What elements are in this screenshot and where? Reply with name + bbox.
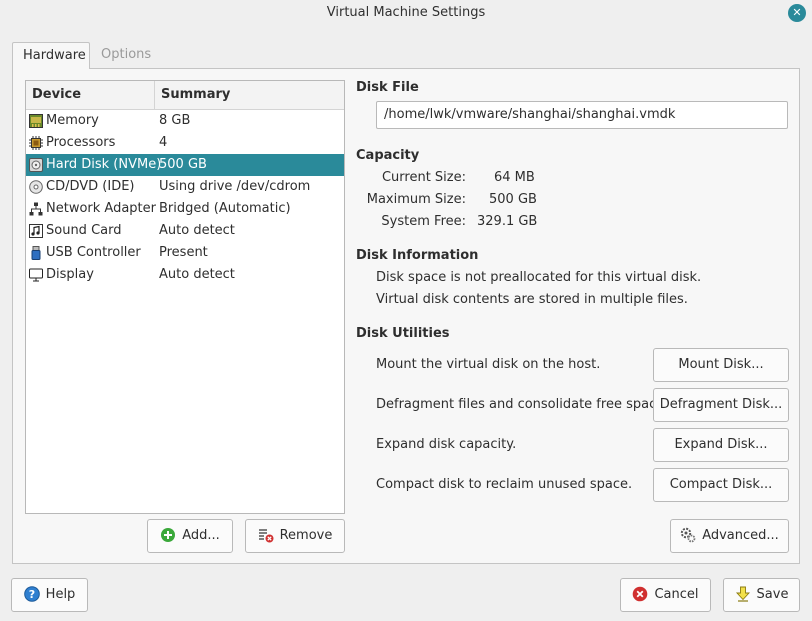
device-list-header: Device Summary [26,81,344,110]
device-list[interactable]: Device Summary Memory 8 GB Processors 4 [25,80,345,514]
system-free-value: 329.1 GB [477,214,538,229]
cd-dvd-icon [29,180,43,194]
device-summary: Present [159,245,208,260]
compact-disk-button[interactable]: Compact Disk... [653,468,789,502]
device-summary: 500 GB [159,157,207,172]
disk-utilities-title: Disk Utilities [356,326,450,341]
device-row-network-adapter[interactable]: Network Adapter Bridged (Automatic) [26,198,344,220]
memory-icon [29,114,43,128]
disk-info-line-2: Virtual disk contents are stored in mult… [376,292,688,307]
cancel-button-label: Cancel [654,587,699,602]
current-size-label: Current Size: [381,170,466,185]
disk-file-path-field[interactable]: /home/lwk/vmware/shanghai/shanghai.vmdk [376,101,788,129]
expand-disk-button[interactable]: Expand Disk... [653,428,789,462]
window-title: Virtual Machine Settings [326,5,486,20]
device-summary: 4 [159,135,168,150]
save-button-label: Save [756,587,789,602]
cancel-icon [633,586,648,601]
sound-icon [29,224,43,238]
capacity-title: Capacity [356,148,420,163]
device-summary: Bridged (Automatic) [159,201,291,216]
mount-description: Mount the virtual disk on the host. [376,357,601,372]
remove-icon [258,528,274,542]
tab-options[interactable]: Options [91,42,161,69]
device-name: Network Adapter [46,201,156,216]
add-button-label: Add... [182,528,220,543]
device-row-usb-controller[interactable]: USB Controller Present [26,242,344,264]
svg-text:?: ? [28,588,34,601]
device-summary: Auto detect [159,267,235,282]
network-icon [29,202,43,216]
device-name: Memory [46,113,99,128]
device-name: Hard Disk (NVMe) [46,157,162,172]
expand-description: Expand disk capacity. [376,437,517,452]
disk-info-line-1: Disk space is not preallocated for this … [376,270,702,285]
save-button[interactable]: Save [723,578,800,612]
advanced-button-label: Advanced... [702,528,779,543]
close-icon[interactable]: ✕ [788,4,806,22]
tab-hardware[interactable]: Hardware [12,42,90,69]
disk-file-title: Disk File [356,80,419,95]
compact-description: Compact disk to reclaim unused space. [376,477,633,492]
add-device-button[interactable]: Add... [147,519,233,553]
add-icon [161,527,176,542]
processor-icon [29,136,43,150]
device-summary: Using drive /dev/cdrom [159,179,311,194]
device-row-hard-disk[interactable]: Hard Disk (NVMe) 500 GB [26,154,344,176]
device-row-sound-card[interactable]: Sound Card Auto detect [26,220,344,242]
device-row-cd-dvd[interactable]: CD/DVD (IDE) Using drive /dev/cdrom [26,176,344,198]
hardware-panel: Device Summary Memory 8 GB Processors 4 [12,68,800,564]
column-header-device[interactable]: Device [26,81,155,110]
maximum-size-value: 500 GB [489,192,537,207]
help-button-label: Help [45,587,76,602]
device-name: Sound Card [46,223,122,238]
defragment-disk-button[interactable]: Defragment Disk... [653,388,789,422]
disk-information-title: Disk Information [356,248,479,263]
current-size-value: 64 MB [494,170,535,185]
defragment-description: Defragment files and consolidate free sp… [376,397,669,412]
device-name: Processors [46,135,116,150]
remove-button-label: Remove [279,528,333,543]
mount-disk-button[interactable]: Mount Disk... [653,348,789,382]
system-free-label: System Free: [381,214,466,229]
usb-icon [31,246,41,260]
cancel-button[interactable]: Cancel [620,578,711,612]
hard-disk-icon [29,158,43,172]
save-arrow-icon [735,586,750,602]
help-button[interactable]: ? Help [11,578,88,612]
gears-icon [680,527,696,542]
device-name: USB Controller [46,245,141,260]
device-row-processors[interactable]: Processors 4 [26,132,344,154]
device-name: CD/DVD (IDE) [46,179,135,194]
device-summary: 8 GB [159,113,191,128]
device-row-display[interactable]: Display Auto detect [26,264,344,286]
column-header-summary[interactable]: Summary [155,81,344,110]
remove-device-button[interactable]: Remove [245,519,345,553]
display-icon [29,268,43,282]
device-row-memory[interactable]: Memory 8 GB [26,110,344,132]
maximum-size-label: Maximum Size: [366,192,466,207]
device-summary: Auto detect [159,223,235,238]
device-name: Display [46,267,94,282]
help-icon: ? [23,585,40,602]
advanced-button[interactable]: Advanced... [670,519,789,553]
